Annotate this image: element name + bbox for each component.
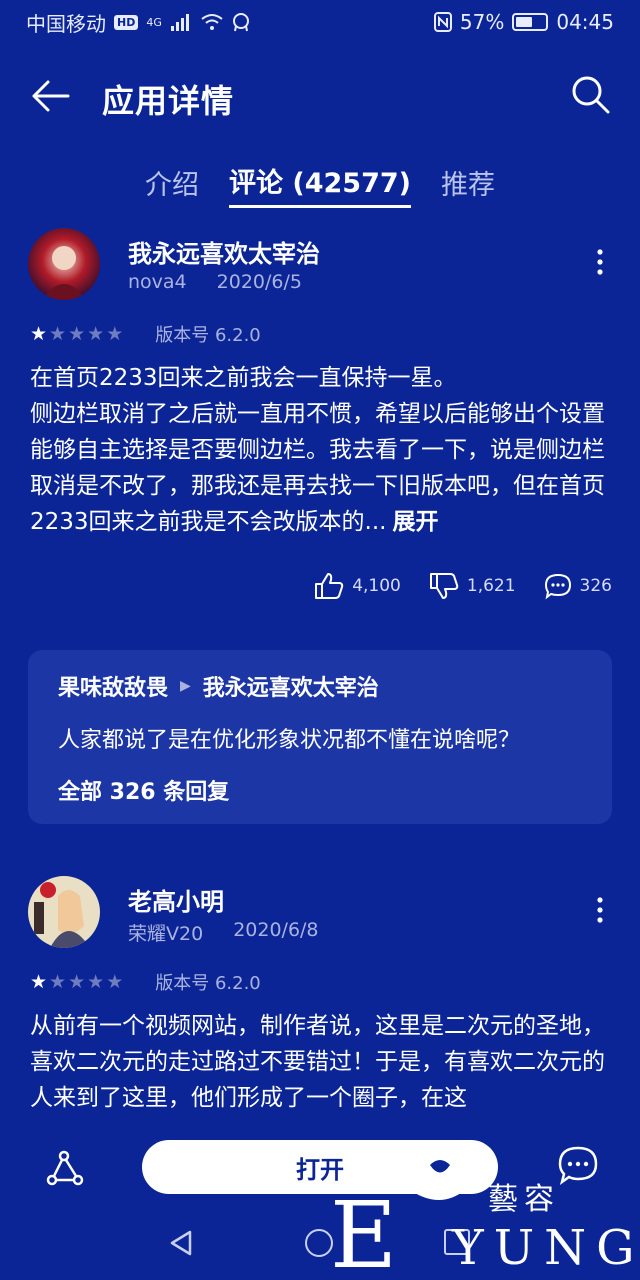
review-card: 我永远喜欢太宰治 nova4 2020/6/5 ★ ★ ★ ★ ★ 版本号 6.2.0 …: [0, 224, 640, 644]
star-empty-icon: ★: [49, 970, 67, 993]
like-button[interactable]: 4,100: [314, 572, 401, 600]
search-icon[interactable]: [568, 72, 612, 116]
nfc-icon: [433, 12, 452, 32]
review-device: 荣耀V20: [128, 923, 204, 945]
reply-text: 人家都说了是在优化形象状况都不懂在说啥呢？: [58, 728, 521, 753]
reply-target[interactable]: 我永远喜欢太宰治: [203, 670, 379, 702]
star-empty-icon: ★: [106, 970, 124, 993]
rating-row: ★ ★ ★ ★ ★ 版本号 6.2.0: [30, 321, 261, 347]
star-empty-icon: ★: [87, 970, 105, 993]
review-date: 2020/6/8: [233, 919, 319, 941]
wifi-icon: [201, 14, 223, 30]
dislike-button[interactable]: 1,621: [429, 572, 516, 600]
star-rating: ★ ★ ★ ★ ★: [30, 970, 124, 993]
rating-row: ★ ★ ★ ★ ★ 版本号 6.2.0: [30, 969, 261, 995]
tab-recommend[interactable]: 推荐: [441, 156, 495, 208]
review-author[interactable]: 老高小明: [128, 882, 224, 917]
clock: 04:45: [556, 10, 614, 34]
signal-icon: [170, 14, 189, 31]
review-text: 在首页2233回来之前我会一直保持一星。 侧边栏取消了之后就一直用不惯，希望以后…: [30, 360, 614, 540]
version-label: 版本号 6.2.0: [155, 325, 261, 346]
carrier-label: 中国移动: [26, 11, 106, 36]
more-vert-icon[interactable]: [588, 892, 612, 928]
review-text: 从前有一个视频网站，制作者说，这里是二次元的圣地，喜欢二次元的走过路过不要错过！…: [30, 1013, 605, 1111]
star-filled-icon: ★: [30, 970, 48, 993]
review-card: 老高小明 荣耀V20 2020/6/8 ★ ★ ★ ★ ★ 版本号 6.2.0 从前有一…: [0, 872, 640, 1132]
reply-header: 果味敌敌畏 ▶ 我永远喜欢太宰治: [58, 670, 379, 702]
watermark-logo: 藝容 E YUNG: [330, 1130, 634, 1280]
version-label: 版本号 6.2.0: [155, 973, 261, 994]
like-count: 4,100: [352, 576, 401, 596]
expand-link[interactable]: 展开: [392, 509, 438, 535]
network-label: 4G: [146, 15, 162, 29]
tab-intro[interactable]: 介绍: [145, 156, 199, 208]
back-arrow-icon[interactable]: [28, 74, 72, 118]
review-actions: 4,100 1,621 326: [314, 572, 612, 600]
avatar[interactable]: [28, 876, 100, 948]
review-text-content: 在首页2233回来之前我会一直保持一星。 侧边栏取消了之后就一直用不惯，希望以后…: [30, 365, 605, 535]
battery-percent: 57%: [459, 10, 505, 34]
thumbs-up-icon: [315, 573, 344, 599]
tab-reviews[interactable]: 评论 (42577): [228, 156, 411, 208]
page-title: 应用详情: [102, 82, 235, 120]
comment-button[interactable]: 326: [544, 572, 612, 600]
all-replies-link[interactable]: 全部 326 条回复: [58, 774, 229, 806]
comment-bubble-icon: [544, 573, 571, 600]
dislike-count: 1,621: [466, 576, 516, 596]
review-date: 2020/6/5: [216, 271, 302, 293]
thumbs-down-icon: [429, 573, 459, 599]
notification-icon: [232, 13, 249, 32]
star-rating: ★ ★ ★ ★ ★: [30, 322, 124, 345]
watermark-cn: 藝容: [488, 1182, 560, 1217]
star-empty-icon: ★: [68, 970, 86, 993]
star-empty-icon: ★: [68, 322, 86, 345]
more-vert-icon[interactable]: [588, 244, 612, 280]
tab-bar: 介绍 评论 (42577) 推荐: [0, 156, 640, 212]
battery-icon: [512, 13, 549, 31]
review-meta: nova4 2020/6/5: [128, 271, 302, 293]
watermark-text: YUNG: [452, 1220, 640, 1276]
review-meta: 荣耀V20 2020/6/8: [128, 919, 319, 946]
share-icon[interactable]: [42, 1146, 86, 1190]
nav-home-icon[interactable]: [305, 1229, 333, 1257]
star-empty-icon: ★: [87, 322, 105, 345]
star-empty-icon: ★: [106, 322, 124, 345]
watermark-initial: E: [330, 1182, 398, 1280]
star-empty-icon: ★: [49, 322, 67, 345]
reply-arrow-icon: ▶: [180, 678, 191, 694]
status-bar: 中国移动 HD 4G 57% 04:45: [0, 0, 640, 44]
hd-badge: HD: [114, 14, 139, 30]
star-filled-icon: ★: [30, 322, 48, 345]
review-device: nova4: [128, 271, 187, 293]
avatar[interactable]: [28, 228, 100, 300]
review-author[interactable]: 我永远喜欢太宰治: [128, 234, 320, 269]
nav-back-icon[interactable]: [168, 1229, 196, 1257]
reply-preview[interactable]: 果味敌敌畏 ▶ 我永远喜欢太宰治 人家都说了是在优化形象状况都不懂在说啥呢？ 全…: [28, 650, 612, 824]
title-bar: 应用详情: [0, 56, 640, 136]
comment-count: 326: [579, 576, 612, 596]
reply-author[interactable]: 果味敌敌畏: [58, 670, 168, 702]
